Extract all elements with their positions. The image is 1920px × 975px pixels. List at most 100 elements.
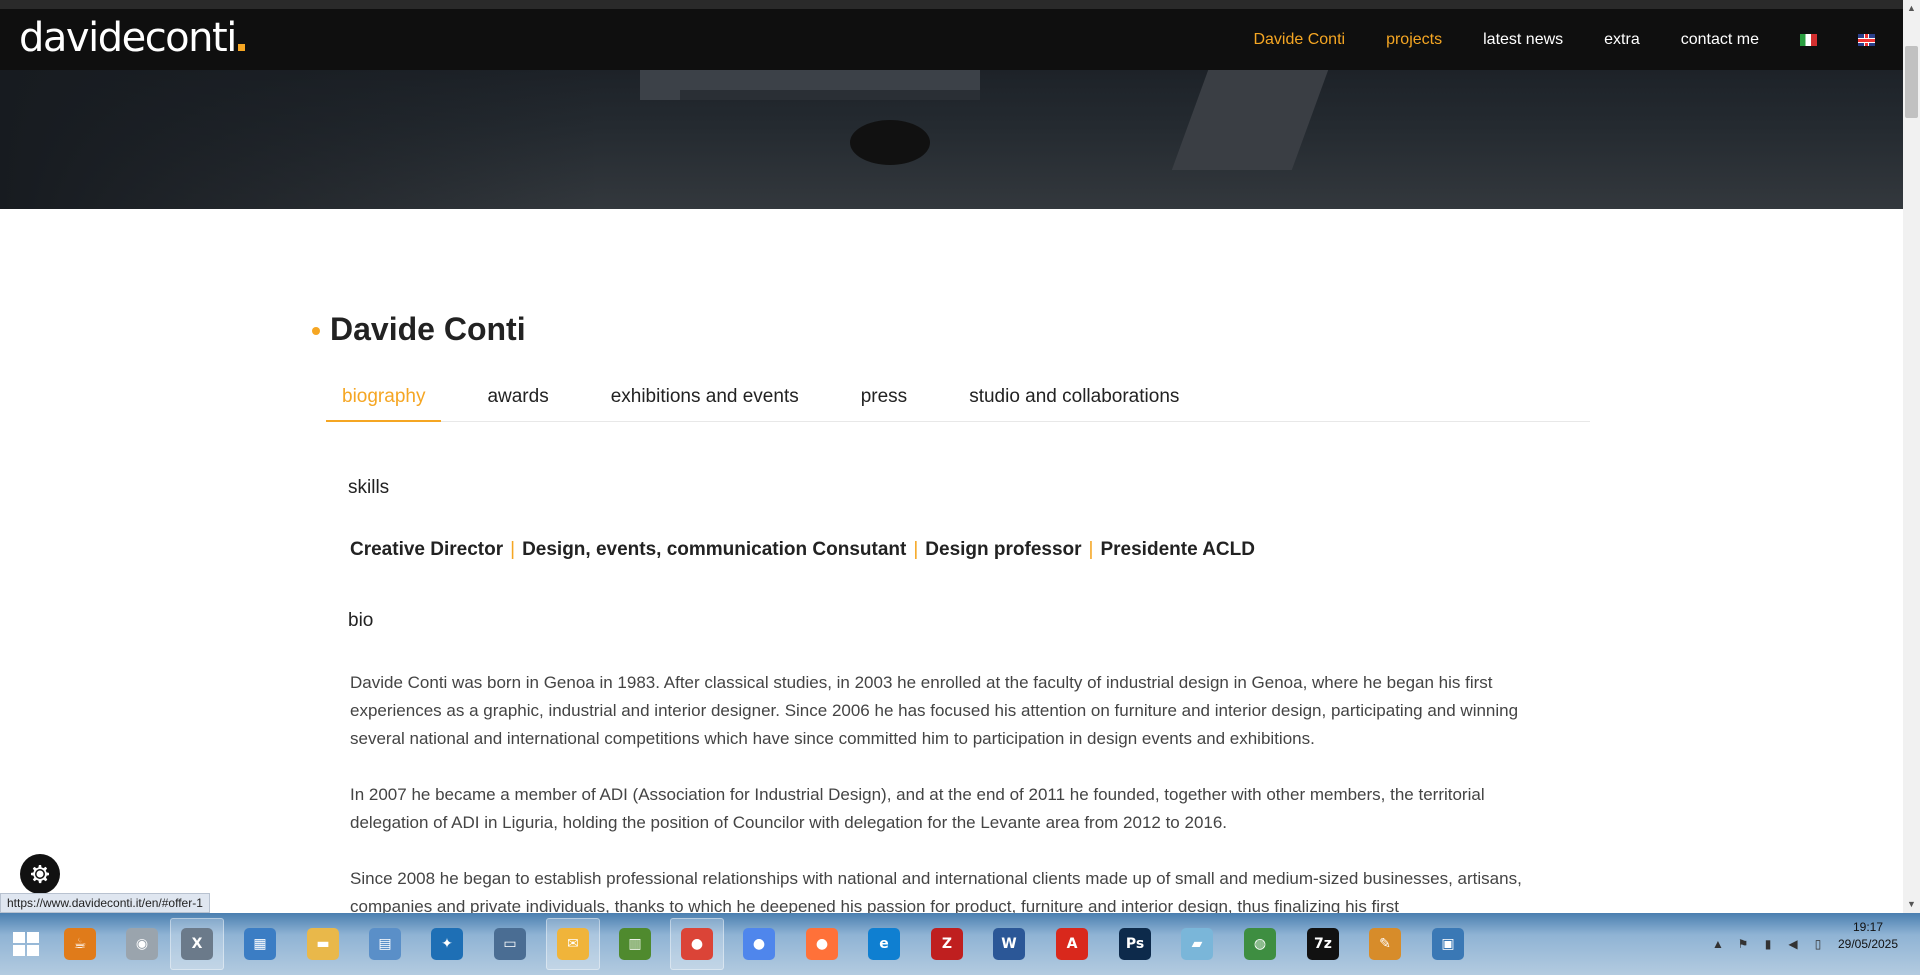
taskbar-button-photoshop[interactable]: Ps bbox=[1108, 918, 1162, 970]
taskbar-button-7zip[interactable]: 7z bbox=[1296, 918, 1350, 970]
network-signal-icon[interactable]: ▮ bbox=[1760, 936, 1776, 952]
book-icon: ▰ bbox=[1181, 928, 1213, 960]
skill-item: Presidente ACLD bbox=[1100, 539, 1255, 560]
paint-icon: ✎ bbox=[1369, 928, 1401, 960]
bio-tabs: biography awards exhibitions and events … bbox=[326, 377, 1590, 422]
nav-item-latest-news[interactable]: latest news bbox=[1483, 31, 1563, 49]
skill-item: Creative Director bbox=[350, 539, 504, 560]
taskbar-button-pdf[interactable]: A bbox=[1045, 918, 1099, 970]
tab-studio-and-collaborations[interactable]: studio and collaborations bbox=[953, 377, 1195, 422]
skill-separator: | bbox=[913, 539, 919, 560]
taskbar-button-globe[interactable]: ◍ bbox=[1233, 918, 1287, 970]
tab-biography[interactable]: biography bbox=[326, 377, 442, 422]
skill-separator: | bbox=[510, 539, 516, 560]
taskbar-button-book[interactable]: ▰ bbox=[1170, 918, 1224, 970]
cookie-settings-button[interactable] bbox=[20, 854, 60, 894]
butterfly-icon: ✦ bbox=[431, 928, 463, 960]
english-flag-icon[interactable] bbox=[1858, 33, 1875, 46]
nav-item-projects[interactable]: projects bbox=[1386, 31, 1442, 49]
skill-item: Design professor bbox=[925, 539, 1082, 560]
filezilla-icon: Z bbox=[931, 928, 963, 960]
xml-icon: X bbox=[181, 928, 213, 960]
nav-item-davide-conti[interactable]: Davide Conti bbox=[1253, 31, 1345, 49]
taskbar-button-firefox[interactable]: ● bbox=[795, 918, 849, 970]
java-icon: ☕ bbox=[64, 928, 96, 960]
scroll-down-arrow-icon[interactable]: ▼ bbox=[1903, 896, 1920, 913]
taskbar-button-computer[interactable]: ▭ bbox=[483, 918, 537, 970]
site-logo[interactable]: davideconti bbox=[19, 15, 245, 61]
edge-icon: e bbox=[868, 928, 900, 960]
system-tray: ▲ ⚑ ▮ ◀ ▯ bbox=[1710, 913, 1835, 975]
chromium-icon: ● bbox=[743, 928, 775, 960]
photoshop-icon: Ps bbox=[1119, 928, 1151, 960]
taskbar-clock[interactable]: 19:17 29/05/2025 bbox=[1828, 919, 1908, 953]
browser-top-strip bbox=[0, 0, 1903, 9]
hero-image bbox=[0, 70, 1903, 209]
spreadsheet-icon: ▥ bbox=[619, 928, 651, 960]
mail-icon: ✉ bbox=[557, 928, 589, 960]
bio-heading: bio bbox=[348, 610, 374, 631]
skill-separator: | bbox=[1088, 539, 1094, 560]
bio-paragraph: Davide Conti was born in Genoa in 1983. … bbox=[350, 673, 1519, 748]
folder-icon: ▬ bbox=[307, 928, 339, 960]
hero-shade bbox=[0, 70, 600, 209]
start-button[interactable] bbox=[4, 918, 48, 970]
taskbar-button-chrome[interactable]: ● bbox=[670, 918, 724, 970]
page-scrollbar[interactable] bbox=[1903, 0, 1920, 913]
7zip-icon: 7z bbox=[1307, 928, 1339, 960]
tab-exhibitions-and-events[interactable]: exhibitions and events bbox=[595, 377, 815, 422]
hero-mouse bbox=[850, 120, 930, 165]
taskbar-button-mail[interactable]: ✉ bbox=[546, 918, 600, 970]
taskbar-button-spreadsheet[interactable]: ▥ bbox=[608, 918, 662, 970]
windows-logo-icon bbox=[13, 932, 39, 956]
bio-paragraph: Since 2008 he began to establish profess… bbox=[350, 869, 1522, 913]
taskbar-button-java[interactable]: ☕ bbox=[53, 918, 107, 970]
title-bullet-icon bbox=[312, 327, 320, 335]
taskbar-button-xml[interactable]: X bbox=[170, 918, 224, 970]
tab-press[interactable]: press bbox=[845, 377, 923, 422]
taskbar-button-word[interactable]: W bbox=[982, 918, 1036, 970]
taskbar-button-chromium[interactable]: ● bbox=[732, 918, 786, 970]
taskbar-button-paint[interactable]: ✎ bbox=[1358, 918, 1412, 970]
tab-awards[interactable]: awards bbox=[471, 377, 564, 422]
webpage: davideconti Davide Conti projects latest… bbox=[0, 0, 1903, 913]
hero-tablet bbox=[1171, 70, 1329, 170]
scrollbar-thumb[interactable] bbox=[1905, 46, 1918, 118]
hero-keyboard bbox=[680, 90, 980, 100]
firefox-icon: ● bbox=[806, 928, 838, 960]
page-title: Davide Conti bbox=[330, 311, 526, 347]
main-nav: Davide Conti projects latest news extra … bbox=[1212, 9, 1875, 70]
site-header: davideconti Davide Conti projects latest… bbox=[0, 9, 1903, 70]
nav-item-extra[interactable]: extra bbox=[1604, 31, 1640, 49]
taskbar-button-filezilla[interactable]: Z bbox=[920, 918, 974, 970]
calculator-icon: ▤ bbox=[369, 928, 401, 960]
nav-item-contact-me[interactable]: contact me bbox=[1681, 31, 1759, 49]
scroll-up-arrow-icon[interactable]: ▲ bbox=[1903, 0, 1920, 17]
taskbar-button-calculator[interactable]: ▤ bbox=[358, 918, 412, 970]
battery-icon[interactable]: ▯ bbox=[1810, 936, 1826, 952]
taskbar-button-edge[interactable]: e bbox=[857, 918, 911, 970]
taskbar-button-display[interactable]: ▣ bbox=[1421, 918, 1475, 970]
speaker-icon: ◉ bbox=[126, 928, 158, 960]
network-icon: ▦ bbox=[244, 928, 276, 960]
skills-list: Creative Director | Design, events, commun… bbox=[350, 539, 1255, 561]
taskbar-button-butterfly[interactable]: ✦ bbox=[420, 918, 474, 970]
flag-alert-icon[interactable]: ⚑ bbox=[1735, 936, 1751, 952]
volume-icon[interactable]: ◀ bbox=[1785, 936, 1801, 952]
status-bar-url: https://www.davideconti.it/en/#offer-1 bbox=[0, 893, 210, 913]
chrome-icon: ● bbox=[681, 928, 713, 960]
clock-time: 19:17 bbox=[1852, 920, 1884, 934]
skills-heading: skills bbox=[348, 477, 390, 498]
taskbar-button-speaker[interactable]: ◉ bbox=[115, 918, 169, 970]
clock-date: 29/05/2025 bbox=[1837, 937, 1899, 951]
bio-paragraph: In 2007 he became a member of ADI (Assoc… bbox=[350, 785, 1485, 832]
italian-flag-icon[interactable] bbox=[1800, 33, 1817, 46]
logo-text: davideconti bbox=[19, 15, 237, 61]
pdf-icon: A bbox=[1056, 928, 1088, 960]
show-hidden-icons-icon[interactable]: ▲ bbox=[1710, 936, 1726, 952]
computer-icon: ▭ bbox=[494, 928, 526, 960]
taskbar-button-folder[interactable]: ▬ bbox=[296, 918, 350, 970]
windows-taskbar: ☕ ◉ X ▦ ▬ ▤ ✦ ▭ ✉ ▥ ● ● ● e Z W A Ps ▰ ◍ 7z ✎ ▣ bbox=[0, 913, 1920, 975]
logo-dot bbox=[237, 44, 245, 51]
taskbar-button-network[interactable]: ▦ bbox=[233, 918, 287, 970]
